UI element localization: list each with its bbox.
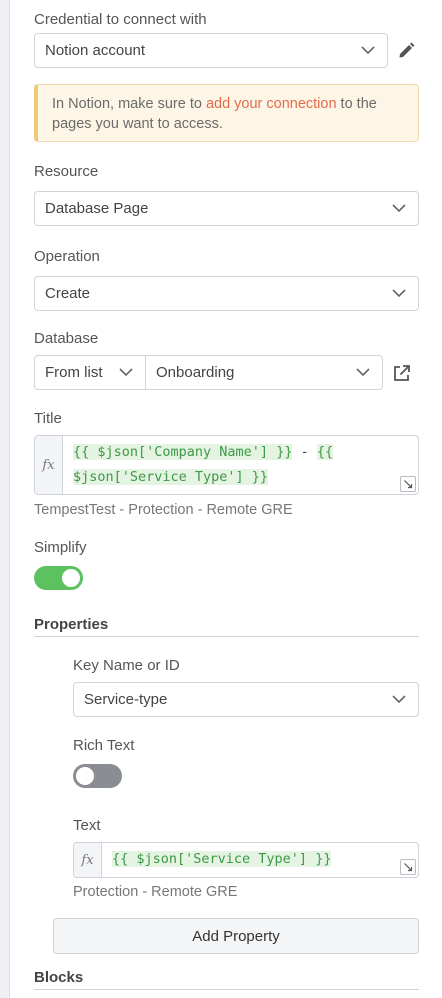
key-name-label: Key Name or ID (73, 657, 180, 674)
chevron-down-icon (392, 289, 406, 298)
rich-text-toggle[interactable] (73, 764, 122, 788)
title-expr-token-service: $json['Service Type'] }} (73, 469, 269, 485)
external-link-icon[interactable] (392, 364, 411, 383)
text-preview: Protection - Remote GRE (73, 884, 238, 900)
left-panel-edge (0, 0, 10, 998)
operation-label: Operation (34, 248, 100, 265)
text-expr-token: {{ $json['Service Type'] }} (112, 851, 332, 867)
title-expression-input[interactable]: fx {{ $json['Company Name'] }} - {{ $jso… (34, 435, 419, 495)
simplify-toggle[interactable] (34, 566, 83, 590)
resource-label: Resource (34, 163, 99, 180)
key-name-select[interactable]: Service-type (73, 682, 419, 717)
expand-icon[interactable] (400, 859, 416, 875)
database-select[interactable]: Onboarding (145, 355, 383, 390)
operation-value: Create (45, 285, 91, 302)
resource-select[interactable]: Database Page (34, 191, 419, 226)
database-label: Database (34, 330, 99, 347)
operation-select[interactable]: Create (34, 276, 419, 311)
title-preview: TempestTest - Protection - Remote GRE (34, 502, 293, 518)
toggle-knob (62, 569, 80, 587)
add-property-button[interactable]: Add Property (53, 918, 419, 954)
chevron-down-icon (392, 204, 406, 213)
fx-icon: fx (35, 436, 63, 494)
credential-value: Notion account (45, 42, 146, 59)
pencil-icon[interactable] (397, 41, 416, 60)
database-mode-select[interactable]: From list (34, 355, 146, 390)
properties-heading: Properties (34, 616, 419, 637)
title-label: Title (34, 410, 62, 427)
expand-icon[interactable] (400, 476, 416, 492)
text-expr: {{ $json['Service Type'] }} (112, 851, 332, 867)
toggle-knob (76, 767, 94, 785)
credential-label: Credential to connect with (34, 11, 207, 28)
fx-icon: fx (74, 843, 102, 877)
chevron-down-icon (392, 695, 406, 704)
title-expr-sep: - (292, 444, 317, 460)
connection-notice: In Notion, make sure to add your connect… (34, 84, 419, 142)
database-value: Onboarding (156, 364, 235, 381)
text-label: Text (73, 817, 101, 834)
database-mode-value: From list (45, 364, 103, 381)
rich-text-label: Rich Text (73, 737, 135, 754)
chevron-down-icon (119, 368, 133, 377)
key-name-value: Service-type (84, 691, 168, 708)
title-expr-line2: $json['Service Type'] }} (73, 469, 269, 485)
resource-value: Database Page (45, 200, 149, 217)
credential-select[interactable]: Notion account (34, 33, 388, 68)
notice-text-before: In Notion, make sure to (52, 96, 206, 112)
text-expression-input[interactable]: fx {{ $json['Service Type'] }} (73, 842, 419, 878)
notice-text-line2: pages you want to access. (52, 116, 223, 132)
notice-text-after: to the (336, 96, 377, 112)
title-expr-token-company: {{ $json['Company Name'] }} (73, 444, 293, 460)
chevron-down-icon (361, 46, 375, 55)
title-expr-token-open: {{ (316, 444, 334, 460)
chevron-down-icon (356, 368, 370, 377)
blocks-heading: Blocks (34, 969, 419, 990)
add-connection-link[interactable]: add your connection (206, 96, 337, 112)
title-expr-line1: {{ $json['Company Name'] }} - {{ (73, 444, 334, 460)
simplify-label: Simplify (34, 539, 87, 556)
